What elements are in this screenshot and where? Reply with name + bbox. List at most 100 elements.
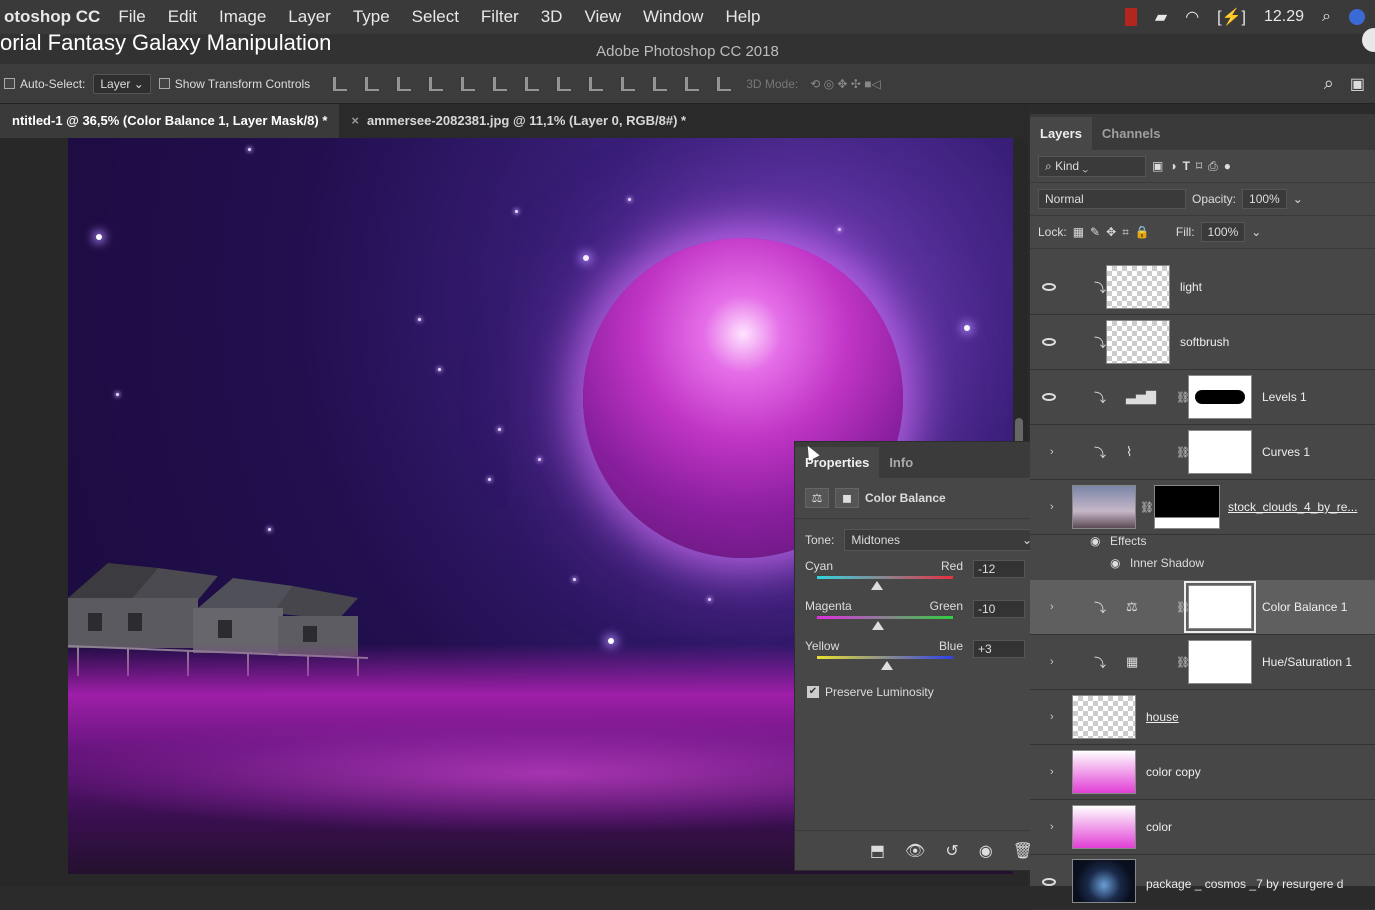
layer-name[interactable]: Curves 1	[1262, 445, 1310, 459]
menu-layer[interactable]: Layer	[288, 7, 331, 27]
auto-select-checkbox[interactable]	[4, 78, 15, 89]
menu-image[interactable]: Image	[219, 7, 266, 27]
app-menu[interactable]: otoshop CC	[4, 7, 100, 27]
visibility-eye-icon[interactable]	[1042, 878, 1056, 886]
layer-row[interactable]: › color	[1030, 800, 1375, 855]
layer-thumbnail[interactable]	[1072, 859, 1136, 903]
visibility-icon[interactable]: ◉	[979, 841, 993, 861]
auto-align-icon[interactable]	[717, 76, 732, 91]
distribute-left-icon[interactable]	[621, 76, 636, 91]
close-icon[interactable]: ×	[351, 113, 359, 128]
battery-icon[interactable]: [⚡]	[1217, 7, 1246, 27]
layer-row[interactable]: ⤵ softbrush	[1030, 315, 1375, 370]
clock[interactable]: 12.29	[1264, 8, 1304, 26]
chevron-down-icon[interactable]: ⌄	[1293, 192, 1303, 206]
lock-artboard-icon[interactable]: ⌗	[1122, 225, 1129, 240]
menu-view[interactable]: View	[584, 7, 621, 27]
slider-thumb[interactable]	[870, 581, 883, 590]
layer-name[interactable]: Levels 1	[1262, 390, 1307, 404]
fill-field[interactable]: 100%	[1200, 222, 1246, 242]
slider-track[interactable]	[817, 616, 953, 619]
blend-mode-dropdown[interactable]: Normal	[1038, 189, 1186, 209]
tone-dropdown[interactable]: Midtones ⌄	[844, 529, 1039, 551]
lock-position-icon[interactable]: ✥	[1106, 225, 1116, 239]
tab-untitled-1[interactable]: ntitled-1 @ 36,5% (Color Balance 1, Laye…	[0, 104, 340, 138]
slider-track[interactable]	[817, 656, 953, 659]
layer-name[interactable]: light	[1180, 280, 1202, 294]
cyan-red-slider[interactable]: Cyan Red -12	[805, 555, 1039, 595]
record-icon[interactable]	[1124, 8, 1137, 26]
reset-icon[interactable]: ↺	[945, 841, 958, 861]
mask-icon[interactable]: ◼	[835, 488, 859, 508]
layer-thumbnail[interactable]	[1072, 750, 1136, 794]
menu-type[interactable]: Type	[353, 7, 390, 27]
chevron-down-icon[interactable]: ⌄	[1251, 225, 1261, 239]
slider-value[interactable]: -10	[973, 600, 1025, 618]
align-bottom-icon[interactable]	[397, 76, 412, 91]
menu-3d[interactable]: 3D	[541, 7, 563, 27]
layer-mask-thumbnail[interactable]	[1154, 485, 1220, 529]
opacity-field[interactable]: 100%	[1242, 189, 1287, 209]
tab-channels[interactable]: Channels	[1092, 117, 1171, 150]
slider-value[interactable]: +3	[973, 640, 1025, 658]
layer-mask-thumbnail[interactable]	[1184, 581, 1256, 633]
3d-orbit-icon[interactable]: ⟲ ◎ ✥ ✣ ■◁	[810, 77, 880, 91]
auto-select-dropdown[interactable]: Layer ⌄	[93, 73, 151, 94]
magenta-green-slider[interactable]: Magenta Green -10	[805, 595, 1039, 635]
layer-thumbnail[interactable]	[1072, 485, 1136, 529]
distribute-right-icon[interactable]	[685, 76, 700, 91]
lock-all-icon[interactable]: 🔒	[1135, 225, 1150, 239]
effects-row[interactable]: ◉ Effects	[1030, 534, 1375, 556]
layer-mask-thumbnail[interactable]	[1188, 430, 1252, 474]
layer-thumbnail[interactable]	[1106, 265, 1170, 309]
inner-shadow-row[interactable]: ◉ Inner Shadow	[1030, 556, 1375, 578]
tab-layers[interactable]: Layers	[1030, 117, 1092, 150]
align-right-icon[interactable]	[493, 76, 508, 91]
layer-row[interactable]: ⤵ ▃▅▇ ⛓ Levels 1	[1030, 370, 1375, 425]
layer-row[interactable]: › color copy	[1030, 745, 1375, 800]
effects-eye-icon[interactable]: ◉	[1090, 534, 1100, 548]
visibility-eye-icon[interactable]	[1042, 283, 1056, 291]
align-hcenter-icon[interactable]	[461, 76, 476, 91]
layer-thumbnail[interactable]	[1106, 320, 1170, 364]
menu-file[interactable]: File	[118, 7, 145, 27]
layer-name[interactable]: stock_clouds_4_by_re...	[1228, 500, 1357, 514]
lock-image-icon[interactable]: ✎	[1090, 225, 1100, 239]
siri-icon[interactable]	[1349, 9, 1365, 25]
layer-row[interactable]: ⤵ light	[1030, 260, 1375, 315]
distribute-vcenter-icon[interactable]	[557, 76, 572, 91]
slider-track[interactable]	[817, 576, 953, 579]
yellow-blue-slider[interactable]: Yellow Blue +3	[805, 635, 1039, 675]
visibility-eye-icon[interactable]	[1042, 338, 1056, 346]
layer-name[interactable]: softbrush	[1180, 335, 1229, 349]
layer-name[interactable]: color	[1146, 820, 1172, 834]
view-previous-icon[interactable]: 👁	[905, 841, 925, 861]
layer-row[interactable]: › house	[1030, 690, 1375, 745]
menu-select[interactable]: Select	[412, 7, 459, 27]
align-vcenter-icon[interactable]	[365, 76, 380, 91]
expand-arrow-icon[interactable]: ›	[1050, 501, 1054, 513]
kind-filter-dropdown[interactable]: ⌕ Kind ⌄	[1038, 155, 1146, 177]
preserve-luminosity-row[interactable]: ✔ Preserve Luminosity	[795, 675, 1049, 709]
layer-name[interactable]: package _ cosmos _7 by resurgere d	[1146, 877, 1343, 891]
filter-toggle-icon[interactable]: ●	[1224, 159, 1231, 173]
layer-mask-thumbnail[interactable]	[1188, 375, 1252, 419]
slider-thumb[interactable]	[872, 621, 885, 630]
layer-row[interactable]: › ⤵ ▦ ⛓ Hue/Saturation 1	[1030, 635, 1375, 690]
clip-to-layer-icon[interactable]: ⬒	[870, 841, 885, 861]
layer-thumbnail[interactable]	[1072, 695, 1136, 739]
tab-ammersee[interactable]: × ammersee-2082381.jpg @ 11,1% (Layer 0, …	[339, 104, 698, 138]
layer-name[interactable]: house	[1146, 710, 1179, 724]
slider-thumb[interactable]	[881, 661, 894, 670]
inner-shadow-eye-icon[interactable]: ◉	[1110, 556, 1120, 570]
preserve-luminosity-checkbox[interactable]: ✔	[807, 686, 819, 698]
smart-filter-icon[interactable]: ⎙	[1208, 159, 1218, 174]
layer-row[interactable]: package _ cosmos _7 by resurgere d	[1030, 855, 1375, 910]
align-top-icon[interactable]	[333, 76, 348, 91]
layer-mask-thumbnail[interactable]	[1188, 640, 1252, 684]
visibility-eye-icon[interactable]	[1042, 393, 1056, 401]
pixel-filter-icon[interactable]: ▣	[1152, 159, 1163, 173]
distribute-top-icon[interactable]	[525, 76, 540, 91]
menu-edit[interactable]: Edit	[168, 7, 197, 27]
layer-row[interactable]: › ⛓ stock_clouds_4_by_re...	[1030, 480, 1375, 535]
